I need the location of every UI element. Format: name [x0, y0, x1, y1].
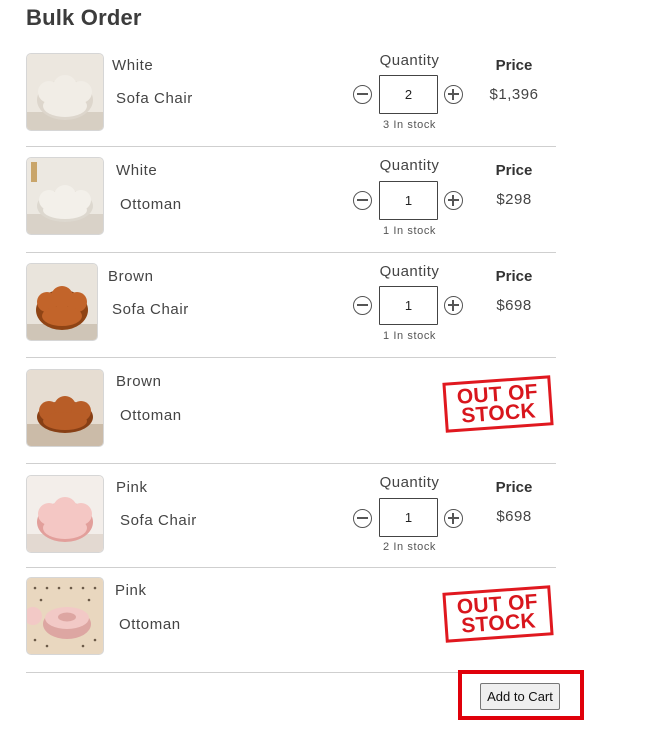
price-label: Price	[495, 57, 533, 74]
quantity-input[interactable]	[379, 75, 438, 114]
decrease-quantity-button[interactable]	[353, 85, 372, 104]
product-color: Pink	[116, 479, 148, 496]
quantity-label: Quantity	[379, 157, 440, 174]
increase-quantity-button[interactable]	[444, 296, 463, 315]
quantity-label: Quantity	[379, 474, 440, 491]
product-row: Brown Ottoman OUT OF STOCK	[26, 366, 556, 462]
page-title: Bulk Order	[26, 5, 142, 30]
price-column: Price $1,396	[474, 50, 554, 110]
product-price: $1,396	[489, 86, 539, 103]
increase-quantity-button[interactable]	[444, 85, 463, 104]
sofa-chair-image	[27, 54, 103, 130]
product-color: White	[116, 162, 158, 179]
product-color: White	[112, 57, 154, 74]
row-divider	[26, 567, 556, 568]
sofa-chair-image	[27, 476, 103, 552]
quantity-stepper: Quantity 1 In stock	[352, 155, 467, 251]
ottoman-image	[27, 370, 103, 446]
product-image	[26, 577, 104, 655]
row-divider	[26, 463, 556, 464]
quantity-label: Quantity	[379, 263, 440, 280]
product-price: $698	[496, 297, 532, 314]
product-color: Brown	[108, 268, 154, 285]
quantity-label: Quantity	[379, 52, 440, 69]
product-image	[26, 475, 104, 553]
stock-count: 2 In stock	[382, 541, 437, 553]
quantity-stepper: Quantity 3 In stock	[352, 50, 467, 146]
quantity-input[interactable]	[379, 286, 438, 325]
quantity-input[interactable]	[379, 498, 438, 537]
product-name: Sofa Chair	[116, 90, 193, 107]
quantity-stepper: Quantity 2 In stock	[352, 472, 467, 568]
price-label: Price	[495, 479, 533, 496]
product-row: White Sofa Chair Quantity 3 In stock Pri…	[26, 50, 556, 146]
product-name: Sofa Chair	[112, 301, 189, 318]
row-divider	[26, 357, 556, 358]
increase-quantity-button[interactable]	[444, 191, 463, 210]
product-image	[26, 53, 104, 131]
product-row: White Ottoman Quantity 1 In stock Price …	[26, 155, 556, 251]
quantity-input[interactable]	[379, 181, 438, 220]
decrease-quantity-button[interactable]	[353, 191, 372, 210]
quantity-stepper: Quantity 1 In stock	[352, 261, 467, 357]
price-label: Price	[495, 162, 533, 179]
product-name: Ottoman	[119, 616, 181, 633]
product-price: $698	[496, 508, 532, 525]
product-image	[26, 157, 104, 235]
product-image	[26, 263, 98, 341]
stock-count: 1 In stock	[382, 330, 437, 342]
product-name: Ottoman	[120, 196, 182, 213]
price-label: Price	[495, 268, 533, 285]
decrease-quantity-button[interactable]	[353, 296, 372, 315]
price-column: Price $698	[474, 261, 554, 321]
product-row: Pink Ottoman OUT OF STOCK	[26, 576, 556, 672]
ottoman-image	[27, 578, 103, 654]
product-price: $298	[496, 191, 532, 208]
add-to-cart-button[interactable]: Add to Cart	[480, 683, 560, 710]
stock-count: 3 In stock	[382, 119, 437, 131]
out-of-stock-line: STOCK	[460, 609, 537, 638]
product-row: Brown Sofa Chair Quantity 1 In stock Pri…	[26, 261, 556, 357]
row-divider	[26, 146, 556, 147]
product-row: Pink Sofa Chair Quantity 2 In stock Pric…	[26, 472, 556, 568]
product-name: Sofa Chair	[120, 512, 197, 529]
out-of-stock-badge: OUT OF STOCK	[442, 585, 554, 643]
price-column: Price $298	[474, 155, 554, 215]
stock-count: 1 In stock	[382, 225, 437, 237]
product-image	[26, 369, 104, 447]
decrease-quantity-button[interactable]	[353, 509, 372, 528]
product-color: Brown	[116, 373, 162, 390]
out-of-stock-line: STOCK	[460, 399, 537, 428]
product-name: Ottoman	[120, 407, 182, 424]
increase-quantity-button[interactable]	[444, 509, 463, 528]
product-color: Pink	[115, 582, 147, 599]
price-column: Price $698	[474, 472, 554, 532]
out-of-stock-badge: OUT OF STOCK	[442, 375, 554, 433]
row-divider	[26, 252, 556, 253]
ottoman-image	[27, 158, 103, 234]
sofa-chair-image	[27, 264, 97, 340]
